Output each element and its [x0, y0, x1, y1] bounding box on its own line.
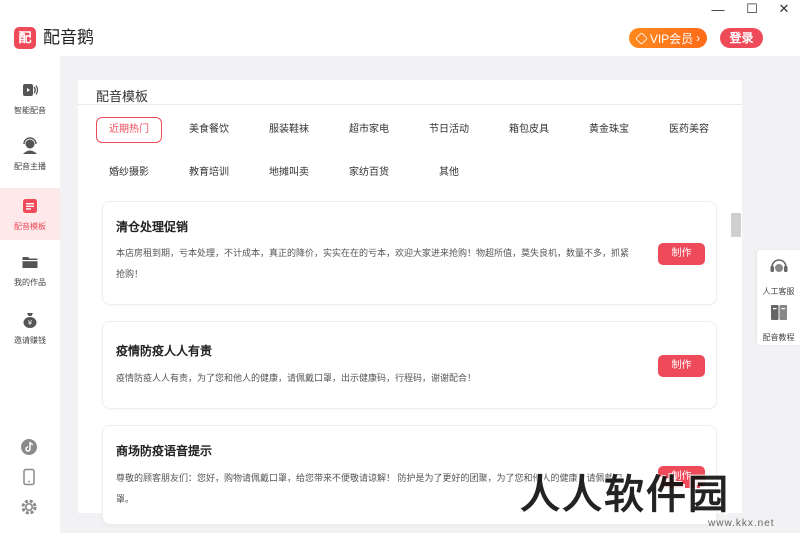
make-button[interactable]: 制作 — [658, 355, 705, 377]
category-tab-bags[interactable]: 箱包皮具 — [496, 117, 562, 143]
panel-title: 配音模板 — [96, 89, 149, 104]
card-title: 疫情防疫人人有责 — [116, 344, 213, 358]
nav-item-smart-dubbing[interactable]: 智能配音 — [0, 72, 60, 124]
rp-label: 人工客服 — [762, 287, 795, 296]
category-tab-home-textile[interactable]: 家纺百货 — [336, 160, 402, 186]
nav-label: 配音模板 — [14, 221, 46, 231]
watermark: 人人软件园 — [520, 473, 730, 517]
card-title: 商场防疫语音提示 — [116, 444, 213, 458]
nav-item-invite-earn[interactable]: ¥ 邀请赚钱 — [0, 302, 60, 354]
customer-service-button[interactable]: 人工客服 — [757, 256, 800, 297]
nav-label: 智能配音 — [14, 105, 46, 115]
nav-item-voice-anchor[interactable]: 配音主播 — [0, 128, 60, 180]
nav-label: 邀请赚钱 — [14, 335, 46, 345]
right-float-panel: 人工客服 配音教程 — [757, 250, 800, 345]
category-tab-education[interactable]: 教育培训 — [176, 160, 242, 186]
category-tab-street-vendor[interactable]: 地摊叫卖 — [256, 160, 322, 186]
vip-label: VIP会员 — [649, 31, 694, 46]
rp-label: 配音教程 — [762, 333, 795, 342]
category-tab-hot[interactable]: 近期热门 — [96, 117, 162, 143]
nav-item-my-works[interactable]: 我的作品 — [0, 244, 60, 296]
category-tab-supermarket[interactable]: 超市家电 — [336, 117, 402, 143]
category-tab-clothing[interactable]: 服装鞋袜 — [256, 117, 322, 143]
tiktok-icon[interactable] — [20, 438, 38, 456]
login-button[interactable]: 登录 — [720, 28, 763, 48]
card-title: 清仓处理促销 — [116, 220, 189, 234]
card-description: 疫情防疫人人有责，为了您和他人的健康，请佩戴口罩，出示健康码，行程码，谢谢配合！ — [116, 373, 477, 383]
settings-icon[interactable] — [20, 498, 38, 516]
title-bar: 配 配音鹅 — ☐ ✕ VIP会员 › 登录 — [0, 0, 800, 56]
nav-label: 配音主播 — [14, 161, 46, 171]
divider — [78, 104, 742, 105]
book-icon — [768, 302, 790, 329]
nav-item-templates[interactable]: 配音模板 — [0, 188, 60, 240]
template-card[interactable]: 清仓处理促销 本店房租到期，亏本处理，不计成本，真正的降价，实实在在的亏本，欢迎… — [102, 201, 717, 305]
folder-icon — [21, 253, 39, 271]
category-tab-other[interactable]: 其他 — [416, 160, 482, 186]
make-button[interactable]: 制作 — [658, 243, 705, 265]
svg-text:¥: ¥ — [28, 319, 33, 327]
headset-icon — [21, 136, 39, 155]
money-bag-icon: ¥ — [21, 311, 39, 329]
left-nav: 智能配音 配音主播 配音模板 我的作品 ¥ 邀请赚钱 — [0, 56, 60, 533]
card-description: 本店房租到期，亏本处理，不计成本，真正的降价，实实在在的亏本，欢迎大家进来抢购！… — [116, 248, 630, 279]
category-tab-holiday[interactable]: 节日活动 — [416, 117, 482, 143]
template-icon — [21, 197, 39, 215]
app-logo: 配 — [14, 27, 36, 49]
tutorial-button[interactable]: 配音教程 — [757, 302, 800, 343]
template-panel: 配音模板 近期热门 美食餐饮 服装鞋袜 超市家电 节日活动 箱包皮具 黄金珠宝 … — [78, 80, 742, 525]
close-button[interactable]: ✕ — [766, 0, 800, 18]
service-icon — [768, 256, 790, 283]
nav-label: 我的作品 — [14, 277, 46, 287]
maximize-button[interactable]: ☐ — [734, 0, 770, 18]
speaker-icon — [21, 81, 39, 99]
diamond-icon — [635, 31, 648, 45]
category-tab-food[interactable]: 美食餐饮 — [176, 117, 242, 143]
template-card[interactable]: 疫情防疫人人有责 疫情防疫人人有责，为了您和他人的健康，请佩戴口罩，出示健康码，… — [102, 321, 717, 409]
vip-button[interactable]: VIP会员 › — [629, 28, 707, 48]
category-tab-medical[interactable]: 医药美容 — [656, 117, 722, 143]
category-tab-wedding[interactable]: 婚纱摄影 — [96, 160, 162, 186]
phone-icon[interactable] — [20, 468, 38, 486]
watermark-url: www.kkx.net — [708, 518, 775, 529]
app-title: 配音鹅 — [43, 28, 94, 47]
scrollbar-thumb[interactable] — [731, 213, 741, 237]
chevron-right-icon: › — [696, 31, 701, 45]
category-tab-jewelry[interactable]: 黄金珠宝 — [576, 117, 642, 143]
minimize-button[interactable]: — — [700, 0, 736, 18]
